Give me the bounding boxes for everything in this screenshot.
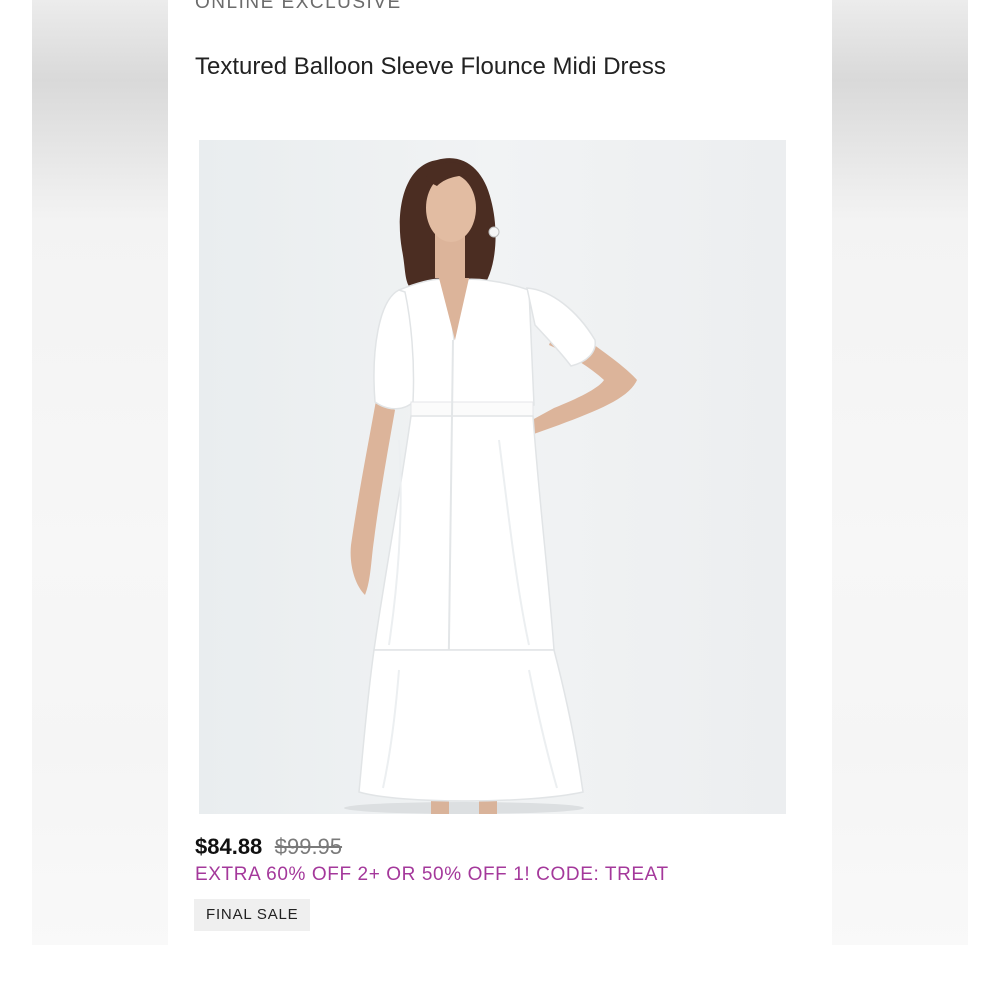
- product-image[interactable]: [199, 140, 786, 814]
- right-sleeve: [526, 287, 596, 367]
- dress-bodice: [398, 278, 535, 414]
- final-sale-badge: FINAL SALE: [194, 899, 311, 931]
- floor-shadow: [344, 802, 584, 814]
- border-left: [0, 0, 32, 1000]
- screenshot-stage: ONLINE EXCLUSIVE Textured Balloon Sleeve…: [0, 0, 1000, 1000]
- product-title[interactable]: Textured Balloon Sleeve Flounce Midi Dre…: [195, 53, 666, 81]
- price-row: $84.88 $99.95: [195, 834, 342, 860]
- left-sleeve: [373, 289, 415, 410]
- skirt: [373, 415, 555, 651]
- earring: [488, 226, 500, 238]
- border-right: [968, 0, 1000, 1000]
- original-price: $99.95: [274, 834, 343, 859]
- waistband: [410, 401, 534, 417]
- online-exclusive-label: ONLINE EXCLUSIVE: [195, 0, 402, 13]
- product-card[interactable]: ONLINE EXCLUSIVE Textured Balloon Sleeve…: [168, 0, 832, 945]
- promo-message: EXTRA 60% OFF 2+ OR 50% OFF 1! CODE: TRE…: [195, 864, 669, 885]
- bottom-margin: [0, 945, 1000, 1000]
- sale-price: $84.88: [195, 834, 263, 859]
- model-illustration: [344, 158, 637, 814]
